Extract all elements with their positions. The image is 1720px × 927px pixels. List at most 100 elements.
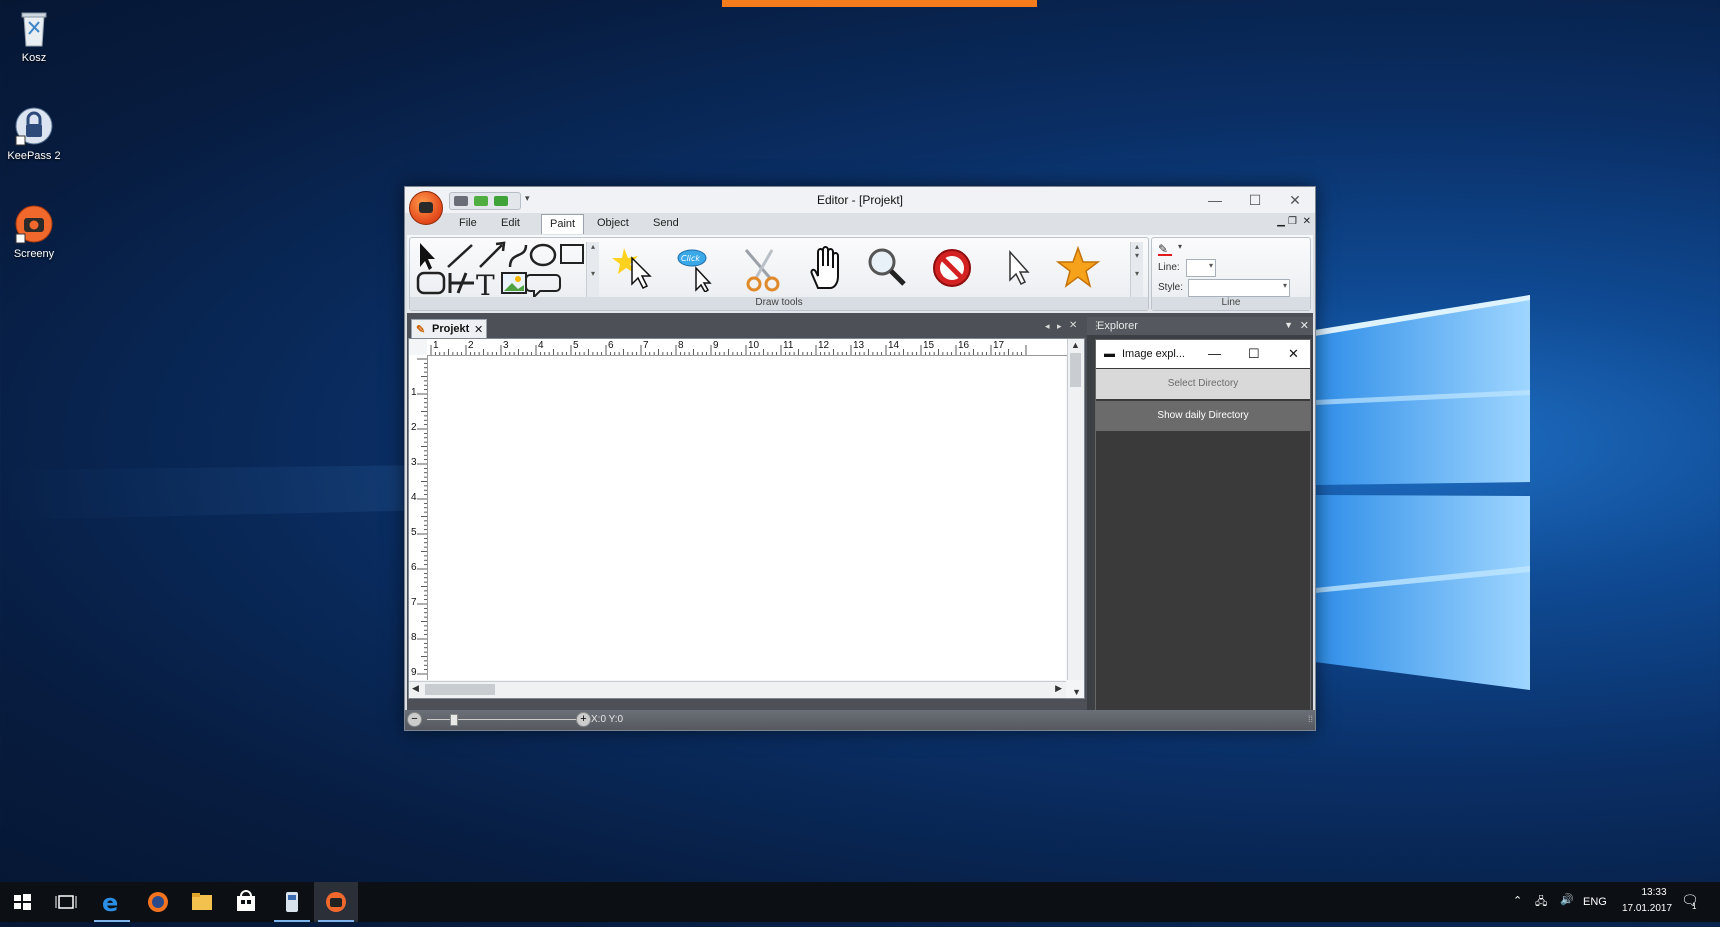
select-directory-button[interactable]: Select Directory bbox=[1096, 369, 1310, 399]
no-entry-icon[interactable] bbox=[926, 244, 978, 292]
ruler-label: 8 bbox=[678, 340, 684, 351]
top-accent-bar bbox=[722, 0, 1037, 7]
taskbar-store[interactable] bbox=[224, 882, 268, 922]
ruler-label: 17 bbox=[993, 340, 1005, 351]
language-indicator[interactable]: ENG bbox=[1583, 896, 1607, 908]
subwin-maximize-button[interactable]: ☐ bbox=[1248, 346, 1260, 362]
svg-text:Click: Click bbox=[681, 254, 700, 263]
svg-text:T: T bbox=[476, 269, 495, 297]
tab-prev-icon[interactable]: ◂ bbox=[1045, 321, 1050, 332]
resize-grip-icon[interactable]: ⁞⁞ bbox=[1308, 714, 1313, 724]
tab-label: Projekt bbox=[432, 323, 470, 335]
show-daily-directory-button[interactable]: Show daily Directory bbox=[1096, 401, 1310, 431]
tab-projekt[interactable]: ✎ Projekt ✕ bbox=[411, 319, 487, 339]
mdi-restore-icon[interactable]: ❐ bbox=[1288, 216, 1297, 227]
draw-tools-scroll[interactable]: ▴ ▾ ▾ bbox=[1130, 242, 1143, 298]
click-bubble-icon[interactable]: Click bbox=[672, 244, 724, 294]
minimize-button[interactable]: — bbox=[1195, 187, 1235, 213]
keepass-icon bbox=[14, 106, 54, 146]
tab-close-icon[interactable]: ✕ bbox=[474, 323, 483, 336]
star-icon[interactable] bbox=[1052, 244, 1104, 292]
mdi-minimize-icon[interactable]: ▁ bbox=[1277, 216, 1285, 227]
ruler-label: 5 bbox=[573, 340, 579, 351]
scroll-down-icon[interactable]: ▼ bbox=[1072, 687, 1081, 697]
ruler-label: 3 bbox=[411, 457, 417, 468]
subwin-minimize-button[interactable]: — bbox=[1208, 346, 1221, 361]
horizontal-scroll-thumb[interactable] bbox=[425, 684, 495, 695]
horizontal-scrollbar[interactable]: ◀ ▶ bbox=[409, 681, 1066, 698]
ruler-label: 8 bbox=[411, 632, 417, 643]
hand-icon[interactable] bbox=[800, 244, 852, 292]
scroll-left-icon[interactable]: ◀ bbox=[412, 683, 419, 694]
ruler-label: 16 bbox=[958, 340, 970, 351]
maximize-button[interactable]: ☐ bbox=[1235, 187, 1275, 213]
tab-next-icon[interactable]: ▸ bbox=[1057, 321, 1062, 332]
zoom-slider-thumb[interactable] bbox=[450, 714, 458, 726]
highlight-cursor-icon[interactable] bbox=[610, 244, 662, 292]
close-button[interactable]: ✕ bbox=[1275, 187, 1315, 213]
ruler-label: 10 bbox=[748, 340, 760, 351]
ruler-label: 2 bbox=[468, 340, 474, 351]
ruler-label: 6 bbox=[411, 562, 417, 573]
ruler-label: 13 bbox=[853, 340, 865, 351]
explorer-menu-icon[interactable]: ▼ bbox=[1284, 320, 1293, 330]
magnifier-icon[interactable] bbox=[862, 244, 914, 292]
scissors-icon[interactable] bbox=[736, 244, 788, 292]
line-style-select[interactable]: ▾ bbox=[1188, 279, 1290, 297]
drawing-canvas[interactable] bbox=[428, 356, 1066, 680]
shape-tools-scroll[interactable]: ▴ ▾ bbox=[586, 242, 599, 298]
vertical-scroll-thumb[interactable] bbox=[1070, 353, 1081, 387]
screeny-icon bbox=[326, 892, 346, 912]
show-hidden-icons[interactable]: ⌃ bbox=[1513, 894, 1522, 907]
scroll-up-icon[interactable]: ▲ bbox=[1071, 340, 1080, 350]
desktop-icon-label: KeePass 2 bbox=[7, 150, 61, 162]
menu-edit[interactable]: Edit bbox=[501, 217, 520, 229]
tabs-close-icon[interactable]: ✕ bbox=[1069, 320, 1077, 331]
zoom-in-icon[interactable]: + bbox=[576, 712, 591, 727]
style-label: Style: bbox=[1158, 282, 1184, 293]
windows-icon bbox=[14, 894, 31, 910]
scroll-right-icon[interactable]: ▶ bbox=[1055, 683, 1062, 694]
task-view-button[interactable] bbox=[44, 882, 88, 922]
shape-tools[interactable]: T bbox=[414, 241, 584, 297]
desktop-icon-label: Kosz bbox=[21, 52, 47, 64]
explorer-header: ⋮ Explorer ▼ ✕ bbox=[1087, 317, 1313, 335]
app-menu-button[interactable] bbox=[409, 191, 443, 225]
ruler-label: 9 bbox=[713, 340, 719, 351]
taskbar-file-explorer[interactable] bbox=[180, 882, 224, 922]
menu-file[interactable]: File bbox=[459, 217, 477, 229]
image-explorer-titlebar: ▬ Image expl... — ☐ ✕ bbox=[1096, 340, 1310, 368]
cursor-coordinates: X:0 Y:0 bbox=[591, 714, 624, 725]
firefox-icon bbox=[148, 892, 168, 912]
menu-bar: File Edit Paint Object Send ▁ ❐ ✕ bbox=[405, 213, 1315, 235]
subwin-close-button[interactable]: ✕ bbox=[1288, 346, 1299, 362]
vertical-scrollbar[interactable]: ▲ bbox=[1067, 339, 1084, 680]
taskbar-firefox[interactable] bbox=[136, 882, 180, 922]
desktop-icon-keepass[interactable]: KeePass 2 bbox=[0, 106, 72, 162]
taskbar-edge[interactable]: e bbox=[90, 882, 134, 922]
taskbar-screeny[interactable] bbox=[314, 882, 358, 922]
taskbar-keepass[interactable] bbox=[270, 882, 314, 922]
volume-icon[interactable]: 🔊 bbox=[1560, 893, 1574, 906]
ruler-label: 4 bbox=[411, 492, 417, 503]
clock-date[interactable]: 17.01.2017 bbox=[1614, 903, 1680, 914]
clock-time[interactable]: 13:33 bbox=[1628, 887, 1680, 898]
line-width-select[interactable]: ▾ bbox=[1186, 259, 1216, 277]
network-icon[interactable]: 🖧 bbox=[1535, 893, 1547, 912]
desktop-icon-screeny[interactable]: Screeny bbox=[0, 204, 72, 260]
zoom-out-icon[interactable]: − bbox=[407, 712, 422, 727]
pointer-icon[interactable] bbox=[990, 244, 1042, 292]
menu-paint[interactable]: Paint bbox=[541, 214, 585, 234]
pen-color-icon[interactable]: ✎ bbox=[1158, 242, 1172, 256]
line-group-label: Line bbox=[1152, 297, 1310, 310]
explorer-close-icon[interactable]: ✕ bbox=[1300, 319, 1309, 332]
ruler-label: 7 bbox=[643, 340, 649, 351]
edge-icon: e bbox=[102, 889, 118, 917]
pen-color-dropdown-icon[interactable]: ▾ bbox=[1178, 242, 1182, 251]
task-view-icon bbox=[55, 895, 77, 909]
start-button[interactable] bbox=[0, 882, 44, 922]
mdi-close-icon[interactable]: ✕ bbox=[1303, 216, 1311, 227]
menu-send[interactable]: Send bbox=[653, 217, 679, 229]
desktop-icon-recycle-bin[interactable]: Kosz bbox=[0, 8, 72, 64]
menu-object[interactable]: Object bbox=[597, 217, 629, 229]
